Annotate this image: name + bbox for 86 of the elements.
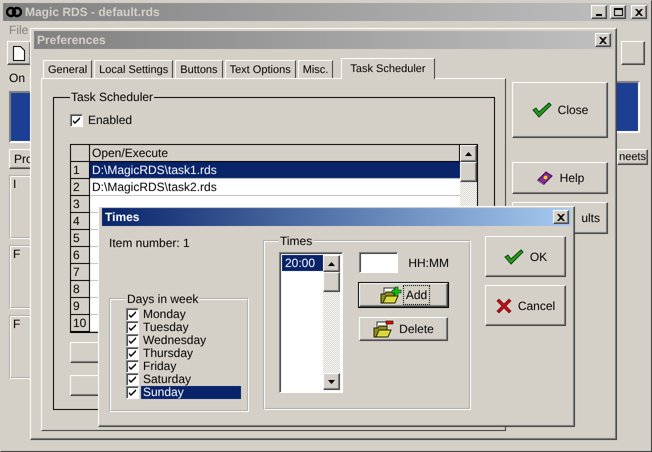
folder-minus-icon <box>373 320 396 338</box>
row-number: 2 <box>71 179 90 196</box>
group-title: Task Scheduler <box>70 90 154 104</box>
field-label: HH:MM <box>408 256 449 270</box>
day-label[interactable]: Sunday <box>141 386 241 399</box>
tab[interactable]: General <box>43 60 92 78</box>
tab[interactable]: Misc. <box>298 60 334 78</box>
toolbar-button[interactable] <box>621 41 645 65</box>
check-icon <box>532 102 552 118</box>
row-number: 3 <box>71 196 90 213</box>
group-title: Days in week <box>126 292 200 306</box>
time-list[interactable]: 20:00 <box>279 252 343 393</box>
table-cell[interactable]: D:\MagicRDS\task1.rds <box>90 162 460 179</box>
add-button[interactable]: Add <box>359 283 448 307</box>
day-label[interactable]: Tuesday <box>141 321 241 334</box>
new-document-button[interactable] <box>7 41 31 65</box>
checkmark-icon <box>72 116 81 124</box>
close-icon <box>557 214 565 220</box>
checkbox[interactable] <box>126 334 139 347</box>
check-icon <box>504 248 524 264</box>
dialog-title: Preferences <box>37 33 107 47</box>
group-label: I <box>13 177 16 191</box>
scroll-up-button[interactable] <box>460 145 477 162</box>
row-number: 8 <box>71 281 90 298</box>
up-arrow-icon <box>328 262 335 266</box>
close-button[interactable] <box>595 33 611 47</box>
scrollbar[interactable] <box>323 255 340 390</box>
close-button[interactable] <box>631 5 647 19</box>
maximize-button[interactable] <box>610 5 626 19</box>
close-button[interactable] <box>553 210 569 224</box>
minimize-button[interactable] <box>591 5 607 19</box>
scroll-thumb[interactable] <box>460 162 477 182</box>
tab[interactable]: Local Settings <box>94 60 174 78</box>
checkbox[interactable] <box>126 308 139 321</box>
scroll-down-button[interactable] <box>323 373 340 390</box>
folder-plus-icon <box>380 286 402 304</box>
window-title: Magic RDS - default.rds <box>25 5 161 19</box>
column-header: Open/Execute <box>90 145 460 162</box>
table-cell[interactable]: D:\MagicRDS\task2.rds <box>90 179 460 196</box>
cross-icon <box>496 298 512 314</box>
checkbox[interactable] <box>126 360 139 373</box>
cancel-button[interactable]: Cancel <box>485 285 566 326</box>
down-arrow-icon <box>328 380 335 384</box>
checkbox[interactable] <box>126 373 139 386</box>
row-number: 4 <box>71 213 90 230</box>
dialog-title: Times <box>105 210 140 224</box>
close-icon <box>599 36 607 44</box>
checkbox[interactable] <box>126 386 139 399</box>
app-logo-icon <box>6 6 22 18</box>
group-label: On <box>9 71 26 85</box>
row-number: 6 <box>71 247 90 264</box>
checkbox[interactable] <box>126 347 139 360</box>
list-item[interactable]: 20:00 <box>282 255 323 271</box>
day-label[interactable]: Monday <box>141 308 241 321</box>
checkbox-label: Enabled <box>88 113 132 127</box>
checkbox[interactable] <box>70 114 83 126</box>
group-label: F <box>13 247 20 261</box>
row-number: 5 <box>71 230 90 247</box>
tab[interactable]: Buttons <box>175 60 223 78</box>
delete-button[interactable]: Delete <box>359 317 448 341</box>
day-label[interactable]: Saturday <box>141 373 241 386</box>
scroll-thumb[interactable] <box>323 272 340 292</box>
tab[interactable]: Task Scheduler <box>341 58 435 79</box>
close-icon <box>635 8 643 16</box>
help-button[interactable]: Help <box>512 162 608 194</box>
document-icon <box>13 46 25 60</box>
ok-button[interactable]: OK <box>485 236 566 277</box>
tab[interactable]: Text Options <box>224 60 296 78</box>
close-button[interactable]: Close <box>512 82 608 138</box>
group-label: F <box>13 317 20 331</box>
scroll-up-button[interactable] <box>323 255 340 272</box>
row-number: 9 <box>71 298 90 315</box>
maximize-icon <box>614 8 622 16</box>
row-number: 1 <box>71 162 90 179</box>
day-label[interactable]: Wednesday <box>141 334 241 347</box>
day-label[interactable]: Friday <box>141 360 241 373</box>
up-arrow-icon <box>465 152 472 156</box>
day-label[interactable]: Thursday <box>141 347 241 360</box>
row-number: 7 <box>71 264 90 281</box>
item-number: Item number: 1 <box>109 236 191 250</box>
row-number: 10 <box>71 315 90 332</box>
time-input-field[interactable] <box>359 252 398 273</box>
checkbox[interactable] <box>126 321 139 334</box>
tab[interactable]: neets <box>617 149 648 165</box>
group-title: Times <box>279 234 314 248</box>
book-icon <box>536 170 554 186</box>
